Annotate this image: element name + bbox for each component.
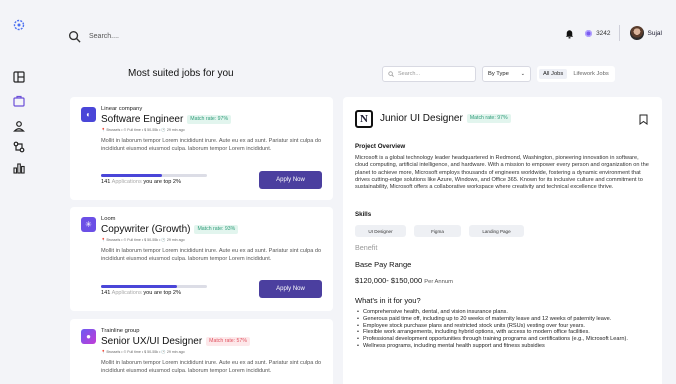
detail-title: Junior UI Designer Match rate: 97% (380, 113, 511, 124)
user-name: Sujal (647, 29, 662, 37)
tab-all-jobs[interactable]: All Jobs (539, 69, 568, 79)
job-search-placeholder: Search... (398, 71, 421, 77)
job-description: Mollit in laborum tempor Lorem incididun… (101, 360, 322, 374)
list-item: Comprehensive health, dental, and vision… (357, 309, 628, 316)
search-icon (388, 71, 394, 77)
bookmark-icon[interactable] (639, 114, 648, 125)
overview-text: Microsoft is a global technology leader … (355, 155, 649, 191)
tab-lifework-jobs[interactable]: Lifework Jobs (569, 69, 612, 79)
profile-icon[interactable] (12, 119, 26, 133)
top-right-controls: 3242 Sujal (564, 24, 662, 42)
list-item: Generous paid time off, including up to … (357, 316, 628, 323)
list-item: Professional development opportunities t… (357, 336, 628, 343)
job-title: Copywriter (Growth) Match rate: 93% (101, 224, 239, 235)
skill-chip: Figma (414, 225, 461, 237)
analytics-icon[interactable] (12, 161, 26, 175)
salary-range: $120,000- $150,000 Per Annum (355, 276, 453, 285)
company-name: Linear company (101, 106, 143, 112)
match-badge: Match rate: 97% (466, 113, 511, 123)
job-detail-panel: N Junior UI Designer Match rate: 97% Proj… (343, 97, 662, 384)
pay-range-label: Base Pay Range (355, 260, 412, 269)
salary-period: Per Annum (424, 279, 453, 285)
section-title: Most suited jobs for you (128, 68, 234, 79)
skills-heading: Skills (355, 211, 372, 218)
notion-logo-icon: N (355, 110, 373, 128)
type-dropdown-label: By Type (488, 71, 509, 77)
search-icon (68, 30, 81, 43)
applicants-info: 141 Applications you are top 2% (101, 290, 181, 296)
job-title: Software Engineer Match rate: 97% (101, 114, 232, 125)
applicants-label: Applications (111, 179, 142, 185)
applicants-count: 141 (101, 290, 111, 296)
global-search[interactable]: Search.... (68, 30, 119, 43)
applicant-progress (101, 174, 207, 177)
applicants-count: 141 (101, 179, 111, 185)
overview-heading: Project Overview (355, 143, 406, 150)
progress-fill (101, 285, 178, 288)
match-badge: Match rate: 57% (206, 336, 250, 346)
job-tabs: All Jobs Lifework Jobs (537, 66, 615, 82)
chevron-down-icon: ⌄ (520, 71, 525, 77)
connections-icon[interactable] (12, 140, 26, 154)
apply-now-button[interactable]: Apply Now (259, 280, 322, 298)
applicant-progress (101, 285, 207, 288)
coins-badge[interactable]: 3242 (585, 25, 620, 41)
global-search-input[interactable]: Search.... (89, 33, 119, 40)
job-meta: 📍 Brussels • ⏱ Full time • $ 50-55k • 🕑 … (101, 128, 185, 132)
job-title-text: Software Engineer (101, 114, 184, 125)
job-meta: 📍 Brussels • ⏱ Full time • $ 50-55k • 🕑 … (101, 350, 185, 354)
list-item: Employee stock purchase plans and restri… (357, 323, 628, 330)
applicants-label: Applications (111, 290, 142, 296)
loom-logo-icon: ✳ (81, 217, 96, 232)
jobs-icon[interactable] (12, 94, 26, 108)
match-badge: Match rate: 97% (187, 114, 232, 124)
user-menu[interactable]: Sujal (629, 26, 662, 40)
applicants-info: 141 Applications you are top 2% (101, 179, 181, 185)
applicants-suffix: you are top 2% (143, 290, 181, 296)
trainline-logo-icon: ● (81, 329, 96, 344)
job-title: Senior UX/UI Designer Match rate: 57% (101, 336, 250, 347)
job-card[interactable]: ● Trainline group Senior UX/UI Designer M… (70, 319, 333, 384)
coin-icon (585, 29, 593, 37)
benefits-list: Comprehensive health, dental, and vision… (357, 309, 628, 350)
type-dropdown[interactable]: By Type ⌄ (482, 66, 531, 82)
dashboard-icon[interactable] (12, 70, 26, 84)
bell-icon[interactable] (564, 28, 575, 39)
job-card[interactable]: ◐ Linear company Software Engineer Match … (70, 97, 333, 200)
apply-now-button[interactable]: Apply Now (259, 171, 322, 189)
job-search-input[interactable]: Search... (382, 66, 476, 82)
linear-logo-icon: ◐ (81, 107, 96, 122)
coins-count: 3242 (596, 29, 611, 37)
list-item: Wellness programs, including mental heal… (357, 343, 628, 350)
salary-value: $120,000- $150,000 (355, 276, 423, 285)
sidebar (0, 0, 40, 384)
filters-bar: Search... By Type ⌄ All Jobs Lifework Jo… (382, 66, 615, 82)
benefit-label: Benefit (355, 243, 378, 252)
avatar (629, 26, 644, 40)
job-meta: 📍 Brussels • ⏱ Full time • $ 50-55k • 🕑 … (101, 238, 185, 242)
logo-icon[interactable] (12, 18, 26, 32)
applicants-suffix: you are top 2% (143, 179, 181, 185)
company-name: Trainline group (101, 328, 140, 334)
benefits-heading: What's in it for you? (355, 296, 421, 305)
skills-list: UI Designer Figma Landing Page (355, 225, 524, 237)
company-name: Loom (101, 216, 116, 222)
job-description: Mollit in laborum tempor Lorem incididun… (101, 248, 322, 262)
list-item: Flexible work arrangements, including hy… (357, 329, 628, 336)
match-badge: Match rate: 93% (194, 224, 239, 234)
detail-title-text: Junior UI Designer (380, 113, 463, 124)
job-description: Mollit in laborum tempor Lorem incididun… (101, 138, 322, 152)
progress-fill (101, 174, 163, 177)
skill-chip: UI Designer (355, 225, 406, 237)
job-card[interactable]: ✳ Loom Copywriter (Growth) Match rate: 93… (70, 207, 333, 311)
job-title-text: Senior UX/UI Designer (101, 336, 203, 347)
skill-chip: Landing Page (469, 225, 524, 237)
job-title-text: Copywriter (Growth) (101, 224, 191, 235)
